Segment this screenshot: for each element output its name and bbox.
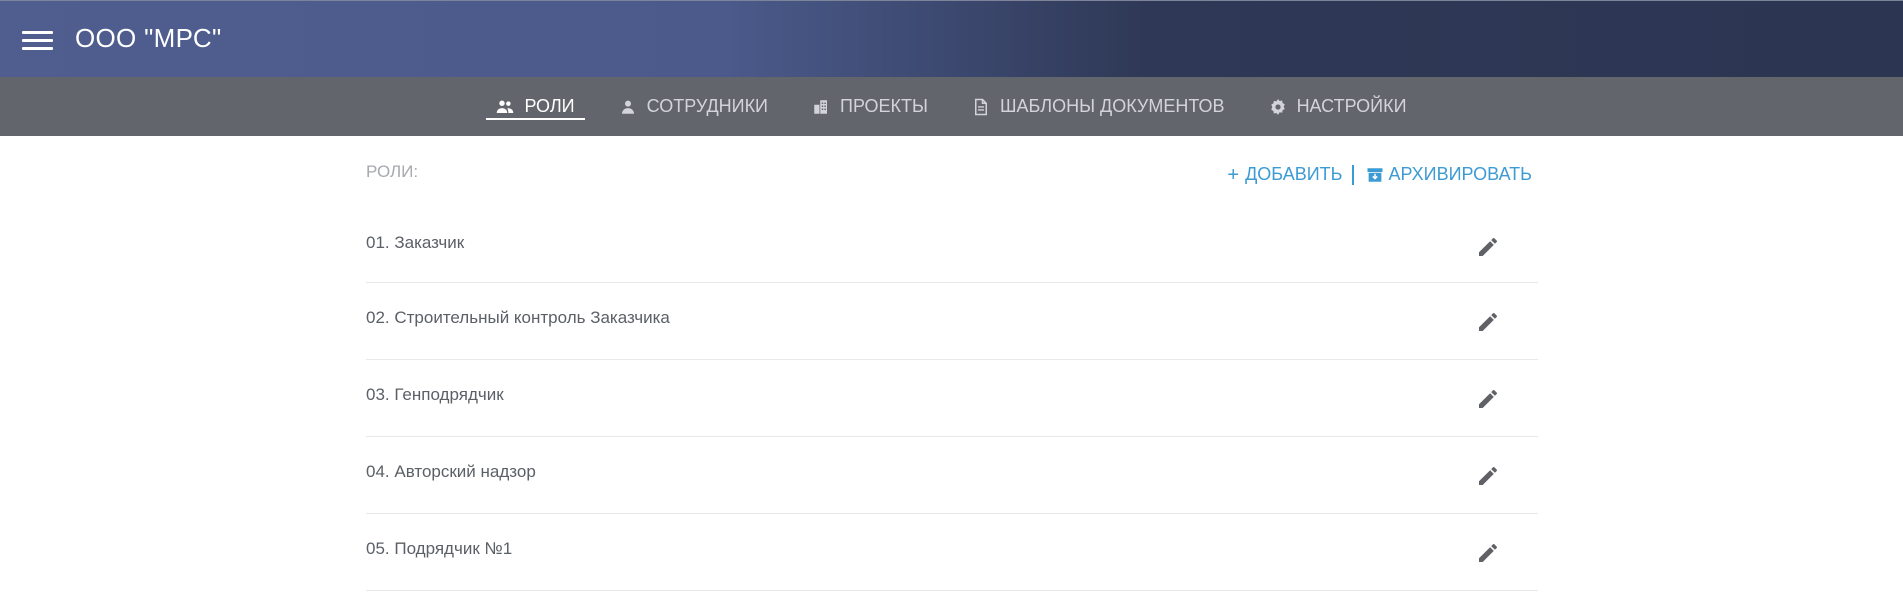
tab-label: ШАБЛОНЫ ДОКУМЕНТОВ: [999, 96, 1225, 116]
main-navigation: РОЛИ СОТРУДНИКИ ПРОЕКТЫ ШАБЛОНЫ ДОКУМЕНТ…: [0, 77, 1903, 136]
tab-employees[interactable]: СОТРУДНИКИ: [609, 77, 778, 136]
archive-icon: [1366, 166, 1384, 184]
role-name: 02. Строительный контроль Заказчика: [366, 308, 670, 327]
list-item[interactable]: 04. Авторский надзор: [366, 437, 1538, 514]
app-header: ООО "МРС": [0, 0, 1903, 77]
tab-label: НАСТРОЙКИ: [1296, 96, 1407, 116]
gear-icon: [1269, 98, 1287, 116]
buildings-icon: [812, 98, 830, 116]
list-item[interactable]: 01. Заказчик: [366, 208, 1538, 283]
tab-settings[interactable]: НАСТРОЙКИ: [1259, 77, 1417, 136]
archive-button[interactable]: АРХИВИРОВАТЬ: [1366, 164, 1532, 185]
list-item[interactable]: 05. Подрядчик №1: [366, 514, 1538, 591]
tab-projects[interactable]: ПРОЕКТЫ: [802, 77, 938, 136]
role-name: 01. Заказчик: [366, 233, 465, 252]
section-title: РОЛИ:: [366, 162, 419, 181]
pencil-icon[interactable]: [1476, 387, 1500, 411]
users-icon: [496, 98, 514, 116]
hamburger-menu-icon[interactable]: [22, 28, 53, 52]
add-label: ДОБАВИТЬ: [1245, 164, 1343, 184]
tab-label: СОТРУДНИКИ: [646, 96, 768, 116]
person-icon: [619, 98, 637, 116]
roles-panel: РОЛИ: + ДОБАВИТЬ АРХИВИРОВАТЬ 01. Заказч…: [366, 136, 1538, 591]
archive-label: АРХИВИРОВАТЬ: [1388, 164, 1532, 184]
pencil-icon[interactable]: [1476, 235, 1500, 259]
tab-document-templates[interactable]: ШАБЛОНЫ ДОКУМЕНТОВ: [962, 77, 1235, 136]
pencil-icon[interactable]: [1476, 464, 1500, 488]
app-title: ООО "МРС": [75, 23, 222, 53]
plus-icon: +: [1227, 163, 1240, 186]
pencil-icon[interactable]: [1476, 541, 1500, 565]
roles-actions: + ДОБАВИТЬ АРХИВИРОВАТЬ: [1227, 164, 1532, 185]
tab-label: ПРОЕКТЫ: [840, 96, 928, 116]
pencil-icon[interactable]: [1476, 310, 1500, 334]
role-name: 03. Генподрядчик: [366, 385, 504, 404]
add-role-button[interactable]: + ДОБАВИТЬ: [1227, 164, 1342, 185]
document-icon: [972, 98, 990, 116]
list-item[interactable]: 02. Строительный контроль Заказчика: [366, 283, 1538, 360]
role-name: 05. Подрядчик №1: [366, 539, 513, 558]
tab-label: РОЛИ: [524, 96, 575, 116]
role-name: 04. Авторский надзор: [366, 462, 536, 481]
list-item[interactable]: 03. Генподрядчик: [366, 360, 1538, 437]
tab-roles[interactable]: РОЛИ: [486, 77, 585, 136]
roles-header: РОЛИ: + ДОБАВИТЬ АРХИВИРОВАТЬ: [366, 136, 1538, 208]
roles-list: 01. Заказчик 02. Строительный контроль З…: [366, 208, 1538, 591]
actions-divider: [1352, 164, 1355, 185]
